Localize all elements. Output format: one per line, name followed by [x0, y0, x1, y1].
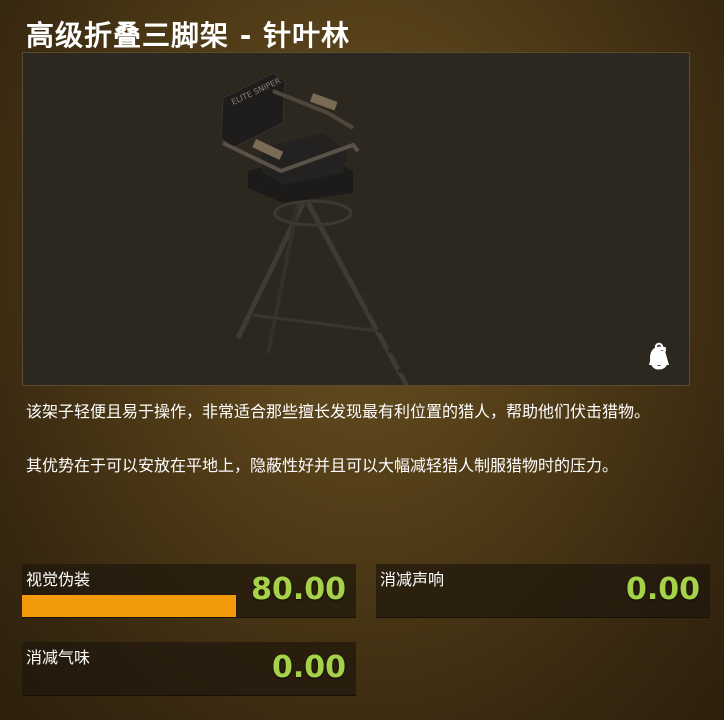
item-description: 该架子轻便且易于操作，非常适合那些擅长发现最有利位置的猎人，帮助他们伏击猎物。 …: [26, 398, 696, 479]
stat-label: 消减声响: [380, 570, 445, 589]
description-paragraph-2: 其优势在于可以安放在平地上，隐蔽性好并且可以大幅减轻猎人制服猎物时的压力。: [26, 456, 619, 475]
item-title: 高级折叠三脚架 - 针叶林: [26, 19, 351, 52]
item-image-panel: ELITE SNIPER 6: [22, 52, 690, 386]
stat-scent-reduction: 消减气味 0.00: [22, 642, 356, 696]
stat-value: 0.00: [271, 650, 346, 685]
stat-noise-reduction: 消减声响 0.00: [376, 564, 710, 618]
tripod-stand-image: ELITE SNIPER: [220, 72, 424, 385]
stat-camouflage: 视觉伪装 80.00: [22, 564, 356, 618]
stat-value: 0.00: [625, 572, 700, 607]
description-paragraph-1: 该架子轻便且易于操作，非常适合那些擅长发现最有利位置的猎人，帮助他们伏击猎物。: [26, 402, 651, 421]
stat-label: 视觉伪装: [26, 570, 91, 589]
stat-value: 80.00: [251, 572, 346, 607]
stat-label: 消减气味: [26, 648, 91, 667]
camouflage-bar: [22, 595, 236, 617]
weight-indicator: 6: [648, 342, 675, 377]
